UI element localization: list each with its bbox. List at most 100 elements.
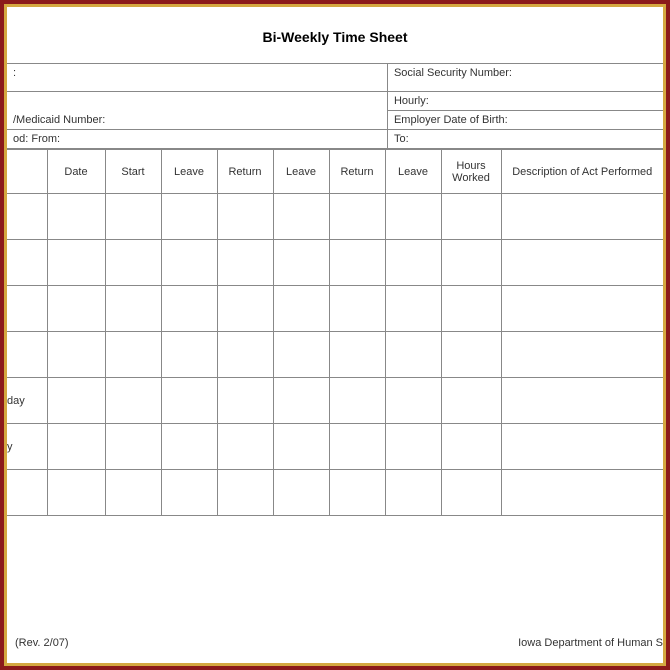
cell xyxy=(273,240,329,286)
day-cell: y xyxy=(7,424,47,470)
cell xyxy=(217,332,273,378)
cell xyxy=(385,286,441,332)
table-row xyxy=(7,194,663,240)
cell xyxy=(47,194,105,240)
cell xyxy=(105,286,161,332)
cell xyxy=(105,332,161,378)
cell xyxy=(47,332,105,378)
cell xyxy=(501,194,663,240)
cell xyxy=(329,194,385,240)
info-name-field: : xyxy=(7,64,387,92)
cell xyxy=(501,240,663,286)
cell xyxy=(441,378,501,424)
cell xyxy=(161,470,217,516)
cell xyxy=(441,332,501,378)
cell xyxy=(385,378,441,424)
cell xyxy=(217,424,273,470)
cell xyxy=(217,194,273,240)
col-return1: Return xyxy=(217,150,273,194)
cell xyxy=(441,470,501,516)
cell xyxy=(441,194,501,240)
col-desc: Description of Act Performed xyxy=(501,150,663,194)
footer-department: Iowa Department of Human S xyxy=(518,637,663,649)
day-cell xyxy=(7,286,47,332)
cell xyxy=(273,332,329,378)
info-employer-dob-field: Employer Date of Birth: xyxy=(387,111,663,130)
cell xyxy=(501,470,663,516)
cell xyxy=(329,378,385,424)
cell xyxy=(161,240,217,286)
cell xyxy=(217,240,273,286)
info-period-from-field: od: From: xyxy=(7,130,387,149)
col-return2: Return xyxy=(329,150,385,194)
timesheet-table: Date Start Leave Return Leave Return Lea… xyxy=(7,149,663,516)
info-period-to-field: To: xyxy=(387,130,663,149)
table-row xyxy=(7,240,663,286)
cell xyxy=(47,470,105,516)
cell xyxy=(329,286,385,332)
col-start: Start xyxy=(105,150,161,194)
cell xyxy=(329,470,385,516)
cell xyxy=(161,424,217,470)
cell xyxy=(441,286,501,332)
cell xyxy=(161,286,217,332)
cell xyxy=(385,424,441,470)
info-medicaid-field: /Medicaid Number: xyxy=(7,92,387,130)
col-day xyxy=(7,150,47,194)
cell xyxy=(273,194,329,240)
footer-revision: (Rev. 2/07) xyxy=(15,637,69,649)
table-row xyxy=(7,470,663,516)
cell xyxy=(329,240,385,286)
cell xyxy=(105,470,161,516)
cell xyxy=(217,470,273,516)
cell xyxy=(329,424,385,470)
col-date: Date xyxy=(47,150,105,194)
col-leave3: Leave xyxy=(385,150,441,194)
cell xyxy=(273,378,329,424)
col-leave2: Leave xyxy=(273,150,329,194)
table-header-row: Date Start Leave Return Leave Return Lea… xyxy=(7,150,663,194)
cell xyxy=(501,332,663,378)
cell xyxy=(105,240,161,286)
cell xyxy=(105,194,161,240)
cell xyxy=(161,378,217,424)
day-cell xyxy=(7,194,47,240)
info-hourly-field: Hourly: xyxy=(387,92,663,111)
cell xyxy=(501,424,663,470)
day-cell xyxy=(7,332,47,378)
cell xyxy=(441,424,501,470)
cell xyxy=(161,194,217,240)
table-row: y xyxy=(7,424,663,470)
cell xyxy=(47,286,105,332)
cell xyxy=(501,378,663,424)
info-section: : Social Security Number: /Medicaid Numb… xyxy=(7,63,663,149)
cell xyxy=(501,286,663,332)
col-hours: Hours Worked xyxy=(441,150,501,194)
cell xyxy=(385,332,441,378)
day-cell xyxy=(7,240,47,286)
table-row xyxy=(7,332,663,378)
cell xyxy=(105,378,161,424)
table-row: day xyxy=(7,378,663,424)
cell xyxy=(47,424,105,470)
cell xyxy=(385,470,441,516)
cell xyxy=(441,240,501,286)
cell xyxy=(273,286,329,332)
cell xyxy=(47,240,105,286)
cell xyxy=(161,332,217,378)
col-leave1: Leave xyxy=(161,150,217,194)
table-row xyxy=(7,286,663,332)
cell xyxy=(47,378,105,424)
cell xyxy=(105,424,161,470)
day-cell xyxy=(7,470,47,516)
cell xyxy=(273,424,329,470)
cell xyxy=(273,470,329,516)
page-title: Bi-Weekly Time Sheet xyxy=(7,7,663,63)
cell xyxy=(385,240,441,286)
info-ssn-field: Social Security Number: xyxy=(387,64,663,92)
cell xyxy=(217,286,273,332)
cell xyxy=(385,194,441,240)
cell xyxy=(217,378,273,424)
day-cell: day xyxy=(7,378,47,424)
cell xyxy=(329,332,385,378)
